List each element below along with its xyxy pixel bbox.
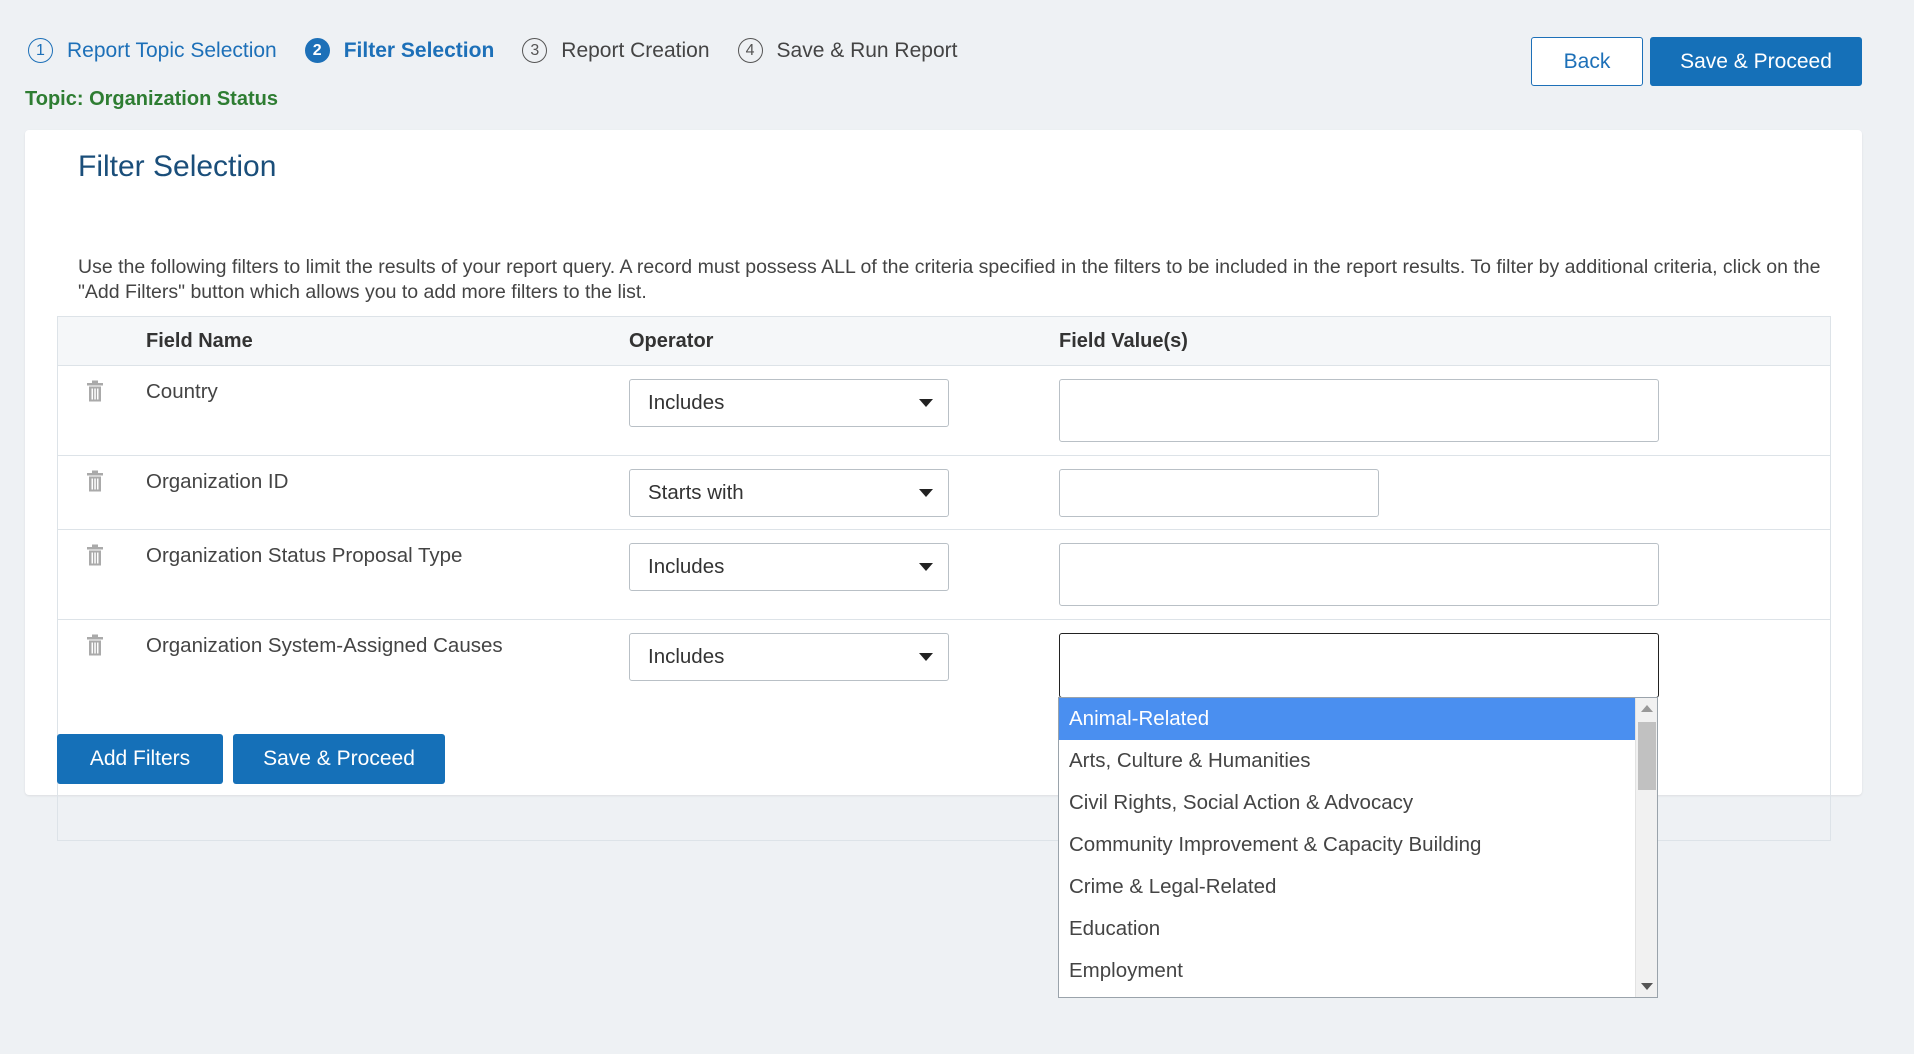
table-row: Country Includes [58,366,1830,456]
save-proceed-button[interactable]: Save & Proceed [1650,37,1862,86]
step-save-run-report[interactable]: 4 Save & Run Report [737,38,958,63]
step-filter-selection[interactable]: 2 Filter Selection [304,38,495,63]
back-button[interactable]: Back [1531,37,1643,86]
step-number: 1 [28,38,53,63]
field-name: Country [146,380,218,403]
operator-select[interactable]: Starts with [629,469,949,517]
caret-down-icon [919,489,933,497]
operator-value: Includes [648,391,725,414]
caret-down-icon [919,653,933,661]
topic-label: Topic: Organization Status [25,88,278,110]
step-label: Save & Run Report [776,38,958,62]
table-row: Organization Status Proposal Type Includ… [58,530,1830,620]
dropdown-option[interactable]: Education [1059,908,1636,950]
trash-icon[interactable] [86,544,104,566]
header-field-values: Field Value(s) [1059,330,1188,352]
operator-value: Starts with [648,481,744,504]
trash-icon[interactable] [86,380,104,402]
caret-down-icon [919,399,933,407]
dropdown-scrollbar[interactable] [1635,698,1657,997]
caret-down-icon [919,563,933,571]
operator-value: Includes [648,555,725,578]
add-filters-button[interactable]: Add Filters [57,734,223,784]
dropdown-option[interactable]: Civil Rights, Social Action & Advocacy [1059,782,1636,824]
dropdown-options: Animal-Related Arts, Culture & Humanitie… [1059,698,1636,992]
filter-selection-card: Filter Selection Use the following filte… [25,130,1862,841]
step-report-creation[interactable]: 3 Report Creation [522,38,710,63]
operator-select[interactable]: Includes [629,543,949,591]
step-label: Report Topic Selection [67,38,277,62]
dropdown-option[interactable]: Arts, Culture & Humanities [1059,740,1636,782]
table-row: Organization ID Starts with [58,456,1830,530]
step-number: 4 [737,38,763,63]
trash-icon[interactable] [86,470,104,492]
header-operator: Operator [629,330,714,352]
table-header: Field Name Operator Field Value(s) [58,317,1830,366]
step-number: 3 [522,38,548,63]
step-number: 2 [304,38,330,63]
wizard-steps: 1 Report Topic Selection 2 Filter Select… [28,38,985,63]
scroll-down-arrow-icon[interactable] [1641,983,1653,990]
trash-icon[interactable] [86,634,104,656]
save-proceed-bottom-button[interactable]: Save & Proceed [233,734,445,784]
field-name: Organization Status Proposal Type [146,544,463,567]
field-value-input[interactable] [1059,469,1379,517]
step-label: Report Creation [561,38,710,62]
dropdown-option[interactable]: Community Improvement & Capacity Buildin… [1059,824,1636,866]
operator-select[interactable]: Includes [629,633,949,681]
dropdown-option[interactable]: Animal-Related [1059,698,1636,740]
header-field-name: Field Name [146,330,253,352]
operator-value: Includes [648,645,725,668]
field-value-input[interactable] [1059,633,1659,698]
page-title: Filter Selection [78,150,277,183]
field-name: Organization System-Assigned Causes [146,634,503,657]
field-value-input[interactable] [1059,379,1659,442]
dropdown-option[interactable]: Crime & Legal-Related [1059,866,1636,908]
field-value-input[interactable] [1059,543,1659,606]
scrollbar-thumb[interactable] [1638,722,1656,790]
filter-description: Use the following filters to limit the r… [78,256,1821,303]
step-report-topic-selection[interactable]: 1 Report Topic Selection [28,38,277,63]
scroll-up-arrow-icon[interactable] [1641,705,1653,712]
causes-dropdown-list[interactable]: Animal-Related Arts, Culture & Humanitie… [1058,697,1658,998]
field-name: Organization ID [146,470,289,493]
dropdown-option[interactable]: Employment [1059,950,1636,992]
step-label: Filter Selection [343,38,495,62]
operator-select[interactable]: Includes [629,379,949,427]
